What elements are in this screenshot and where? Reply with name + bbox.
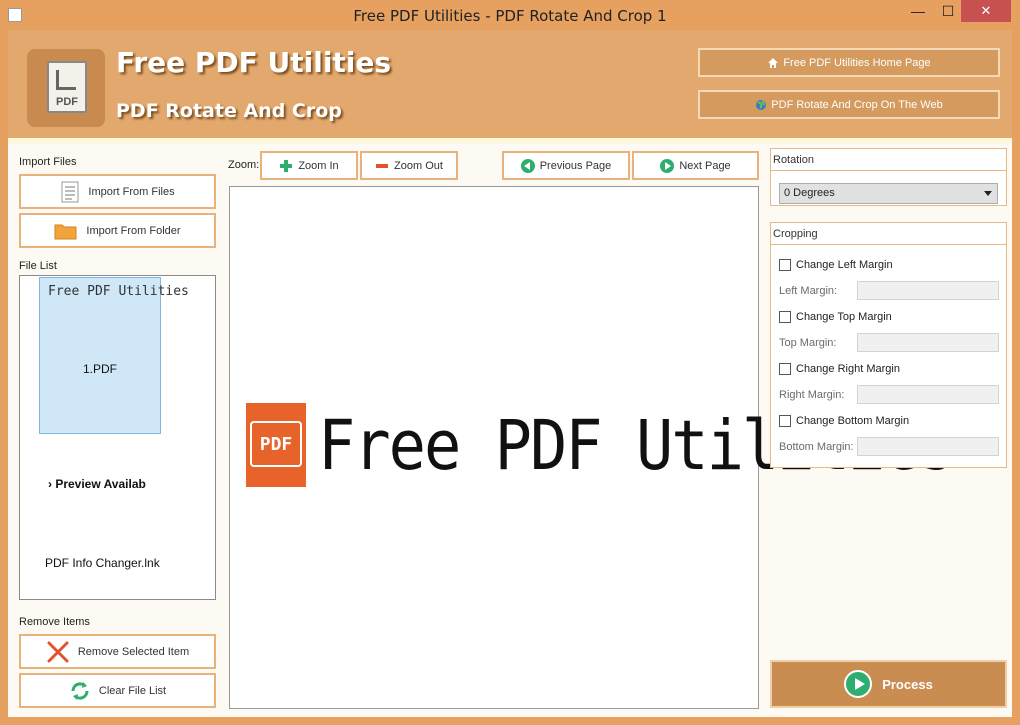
plus-icon bbox=[280, 159, 293, 172]
change-top-margin-label: Change Top Margin bbox=[796, 311, 892, 323]
arrow-left-icon bbox=[520, 158, 535, 173]
file-list-item[interactable]: Free PDF Utilities 1.PDF bbox=[39, 277, 189, 434]
folder-icon bbox=[54, 224, 77, 239]
divider bbox=[771, 244, 1006, 245]
change-left-margin-label: Change Left Margin bbox=[796, 259, 893, 271]
crop-icon bbox=[56, 70, 76, 90]
clear-file-list-button[interactable]: Clear File List bbox=[19, 673, 216, 708]
app-logo-icon: PDF bbox=[27, 49, 105, 127]
zoom-in-button[interactable]: Zoom In bbox=[260, 151, 358, 180]
clear-file-list-label: Clear File List bbox=[98, 684, 167, 697]
rotation-group: Rotation 0 Degrees bbox=[770, 148, 1007, 206]
cropping-title: Cropping bbox=[773, 228, 818, 240]
left-margin-input[interactable] bbox=[857, 281, 999, 300]
minimize-button[interactable]: — bbox=[904, 0, 932, 22]
divider bbox=[771, 170, 1006, 171]
next-page-label: Next Page bbox=[679, 159, 731, 172]
import-from-folder-label: Import From Folder bbox=[86, 224, 181, 237]
checkbox-box[interactable] bbox=[779, 363, 791, 375]
change-right-margin-label: Change Right Margin bbox=[796, 363, 900, 375]
home-icon bbox=[768, 57, 779, 68]
change-bottom-margin-checkbox[interactable]: Change Bottom Margin bbox=[779, 415, 909, 427]
remove-items-label: Remove Items bbox=[19, 616, 90, 628]
delete-x-icon bbox=[47, 641, 69, 662]
pdf-preview-area[interactable]: PDF Free PDF Utilities bbox=[229, 186, 956, 709]
file-list-label: File List bbox=[19, 260, 57, 272]
cropping-group: Cropping Change Left Margin Left Margin:… bbox=[770, 222, 1007, 468]
import-from-files-label: Import From Files bbox=[88, 185, 175, 198]
app-client-area: PDF Free PDF Utilities PDF Rotate And Cr… bbox=[8, 30, 1012, 717]
right-margin-label: Right Margin: bbox=[779, 389, 845, 401]
zoom-out-label: Zoom Out bbox=[394, 159, 443, 172]
chevron-down-icon bbox=[984, 191, 992, 196]
play-icon bbox=[844, 670, 873, 698]
pdf-logo-text: PDF bbox=[250, 421, 302, 467]
file-thumbnail-text: Free PDF Utilities bbox=[48, 283, 189, 299]
change-bottom-margin-label: Change Bottom Margin bbox=[796, 415, 910, 427]
app-title: Free PDF Utilities bbox=[116, 46, 392, 79]
file-name: 1.PDF bbox=[82, 362, 117, 376]
window-title: Free PDF Utilities - PDF Rotate And Crop… bbox=[353, 7, 667, 25]
document-icon: PDF bbox=[47, 61, 87, 113]
change-top-margin-checkbox[interactable]: Change Top Margin bbox=[779, 311, 892, 323]
rotation-select[interactable]: 0 Degrees bbox=[779, 183, 998, 204]
remove-selected-item-label: Remove Selected Item bbox=[77, 645, 190, 658]
file-preview-text: › Preview Availab bbox=[48, 477, 146, 491]
maximize-button[interactable]: ☐ bbox=[934, 0, 962, 22]
zoom-out-button[interactable]: Zoom Out bbox=[360, 151, 458, 180]
previous-page-button[interactable]: Previous Page bbox=[502, 151, 630, 180]
zoom-in-label: Zoom In bbox=[298, 159, 339, 172]
checkbox-box[interactable] bbox=[779, 259, 791, 271]
import-from-files-button[interactable]: Import From Files bbox=[19, 174, 216, 209]
web-page-button-label: PDF Rotate And Crop On The Web bbox=[771, 98, 943, 111]
file-thumbnail: Free PDF Utilities bbox=[46, 281, 189, 301]
change-right-margin-checkbox[interactable]: Change Right Margin bbox=[779, 363, 900, 375]
top-margin-label: Top Margin: bbox=[779, 337, 837, 349]
zoom-label: Zoom: bbox=[228, 159, 260, 171]
close-button[interactable]: ✕ bbox=[961, 0, 1011, 22]
header-divider bbox=[8, 138, 1012, 144]
right-margin-input[interactable] bbox=[857, 385, 999, 404]
window-titlebar: Free PDF Utilities - PDF Rotate And Crop… bbox=[0, 0, 1020, 30]
process-label: Process bbox=[882, 676, 933, 692]
window-frame: PDF Free PDF Utilities PDF Rotate And Cr… bbox=[0, 30, 1020, 725]
next-page-button[interactable]: Next Page bbox=[632, 151, 759, 180]
app-subtitle: PDF Rotate And Crop bbox=[116, 100, 342, 122]
file-list-icon bbox=[61, 181, 79, 202]
previous-page-label: Previous Page bbox=[539, 159, 612, 172]
home-page-button-label: Free PDF Utilities Home Page bbox=[783, 56, 931, 69]
minus-icon bbox=[376, 163, 389, 168]
bottom-margin-input[interactable] bbox=[857, 437, 999, 456]
checkbox-box[interactable] bbox=[779, 311, 791, 323]
arrow-right-icon bbox=[660, 158, 675, 173]
file-name[interactable]: PDF Info Changer.lnk bbox=[45, 556, 160, 570]
left-margin-label: Left Margin: bbox=[779, 285, 838, 297]
pdf-logo-icon: PDF bbox=[246, 403, 306, 487]
checkbox-box[interactable] bbox=[779, 415, 791, 427]
refresh-icon bbox=[71, 681, 89, 700]
import-from-folder-button[interactable]: Import From Folder bbox=[19, 213, 216, 248]
rotation-title: Rotation bbox=[773, 154, 814, 166]
rotation-select-value: 0 Degrees bbox=[784, 187, 835, 199]
home-page-button[interactable]: Free PDF Utilities Home Page bbox=[698, 48, 1000, 77]
file-list[interactable]: Free PDF Utilities 1.PDF › Preview Avail… bbox=[19, 275, 216, 600]
globe-icon bbox=[756, 99, 767, 110]
logo-text: PDF bbox=[56, 96, 78, 108]
bottom-margin-label: Bottom Margin: bbox=[779, 441, 854, 453]
web-page-button[interactable]: PDF Rotate And Crop On The Web bbox=[698, 90, 1000, 119]
top-margin-input[interactable] bbox=[857, 333, 999, 352]
change-left-margin-checkbox[interactable]: Change Left Margin bbox=[779, 259, 893, 271]
app-header: PDF Free PDF Utilities PDF Rotate And Cr… bbox=[8, 30, 1012, 138]
process-button[interactable]: Process bbox=[770, 660, 1007, 708]
import-files-label: Import Files bbox=[19, 156, 77, 168]
remove-selected-item-button[interactable]: Remove Selected Item bbox=[19, 634, 216, 669]
